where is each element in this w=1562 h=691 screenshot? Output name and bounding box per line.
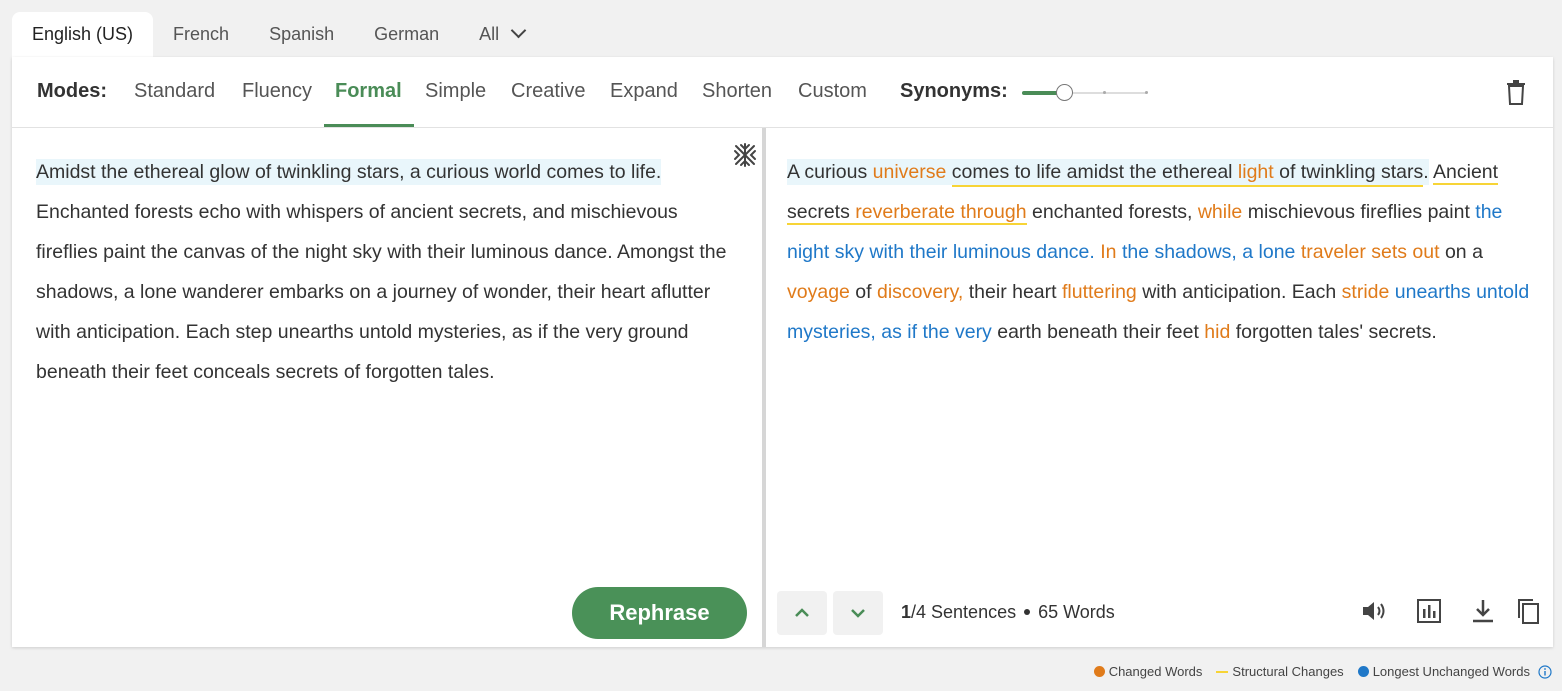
changed-word: traveler sets out — [1300, 241, 1440, 263]
copy-icon[interactable] — [1514, 597, 1542, 625]
output-text[interactable]: A curious universe comes to life amidst … — [787, 152, 1539, 352]
changed-word: reverberate through — [855, 201, 1027, 225]
output-text-segment: earth beneath their feet — [991, 321, 1205, 343]
slider-tick — [1103, 91, 1106, 94]
legend-unchanged-label: Longest Unchanged Words — [1372, 664, 1530, 679]
words-label: 65 Words — [1038, 602, 1115, 622]
changed-word: voyage — [787, 281, 850, 303]
output-text-segment: A curious — [787, 159, 873, 185]
freeze-words-icon[interactable] — [732, 142, 758, 168]
rephrase-button[interactable]: Rephrase — [572, 587, 747, 639]
tab-french[interactable]: French — [153, 12, 249, 57]
input-sentence-2: Enchanted forests echo with whispers of … — [36, 201, 678, 263]
output-text-segment: forgotten tales' secrets. — [1230, 321, 1437, 343]
next-sentence-button[interactable] — [833, 591, 883, 635]
changed-word: stride — [1341, 281, 1390, 303]
color-legend: Changed Words Structural Changes Longest… — [1080, 664, 1552, 679]
mode-simple[interactable]: Simple — [425, 80, 486, 103]
synonyms-label: Synonyms: — [900, 80, 1008, 102]
tab-english-us[interactable]: English (US) — [12, 12, 154, 57]
changed-word: fluttering — [1061, 281, 1137, 303]
structural-line — [1216, 670, 1229, 673]
changed-word: discovery, — [877, 281, 964, 303]
modes-label: Modes: — [37, 80, 107, 102]
info-icon[interactable] — [1538, 664, 1552, 679]
tab-all-label: All — [479, 24, 500, 44]
mode-shorten[interactable]: Shorten — [702, 80, 772, 103]
synonyms-slider-thumb[interactable] — [1056, 84, 1073, 101]
input-text[interactable]: Amidst the ethereal glow of twinkling st… — [36, 152, 736, 392]
tab-german[interactable]: German — [354, 12, 459, 57]
sentences-label: /4 Sentences — [911, 602, 1017, 622]
statistics-icon[interactable] — [1415, 597, 1443, 625]
tab-all-dropdown[interactable]: All — [459, 12, 544, 57]
legend-changed: Changed Words — [1093, 664, 1203, 679]
legend-structural: Structural Changes — [1216, 664, 1344, 679]
mode-formal[interactable]: Formal — [335, 80, 402, 103]
download-icon[interactable] — [1469, 597, 1497, 625]
structural-change: of twinkling stars — [1273, 159, 1424, 187]
mode-expand[interactable]: Expand — [610, 80, 678, 103]
changed-word: universe — [872, 159, 947, 185]
sentence-word-count: 1/4 Sentences 65 Words — [901, 602, 1115, 623]
active-mode-underline — [324, 124, 414, 127]
current-sentence: 1 — [901, 602, 912, 622]
mode-custom[interactable]: Custom — [798, 80, 867, 103]
chevron-down-icon — [510, 22, 527, 39]
trash-icon[interactable] — [1504, 79, 1528, 105]
separator-dot — [1024, 609, 1031, 615]
changed-dot — [1093, 666, 1105, 677]
chevron-down-icon — [851, 609, 865, 618]
input-sentence-1: Amidst the ethereal glow of twinkling st… — [36, 159, 662, 185]
output-text-segment: with anticipation. Each — [1136, 281, 1342, 303]
unchanged-phrase: the shadows, a lone — [1121, 241, 1296, 263]
modes-toolbar: Modes: Standard Fluency Formal Simple Cr… — [12, 57, 1553, 128]
paraphraser-card: Modes: Standard Fluency Formal Simple Cr… — [12, 57, 1553, 647]
changed-word: hid — [1204, 321, 1231, 343]
legend-unchanged: Longest Unchanged Words — [1357, 664, 1530, 679]
output-text-segment: . — [1423, 159, 1429, 185]
pane-divider[interactable] — [762, 128, 766, 647]
changed-word: while — [1197, 201, 1243, 223]
output-text-segment: of — [849, 281, 877, 303]
legend-structural-label: Structural Changes — [1232, 664, 1344, 679]
language-tabs: English (US) French Spanish German All — [12, 12, 544, 57]
slider-tick-end — [1145, 91, 1148, 94]
structural-change: comes to life amidst the ethereal — [951, 159, 1238, 187]
output-text-segment: their heart — [963, 281, 1062, 303]
legend-changed-label: Changed Words — [1108, 664, 1203, 679]
changed-word: light — [1237, 159, 1274, 187]
unchanged-dot — [1357, 666, 1369, 677]
tab-spanish[interactable]: Spanish — [249, 12, 354, 57]
output-text-segment: enchanted forests, — [1026, 201, 1198, 223]
chevron-up-icon — [795, 608, 809, 617]
mode-creative[interactable]: Creative — [511, 80, 585, 103]
mode-fluency[interactable]: Fluency — [242, 80, 312, 103]
output-text-segment — [946, 159, 952, 185]
output-text-segment: mischievous fireflies paint — [1242, 201, 1476, 223]
changed-word: In — [1100, 241, 1117, 263]
previous-sentence-button[interactable] — [777, 591, 827, 635]
output-text-segment: on a — [1439, 241, 1483, 263]
speaker-icon[interactable] — [1360, 597, 1388, 625]
mode-standard[interactable]: Standard — [134, 80, 215, 103]
